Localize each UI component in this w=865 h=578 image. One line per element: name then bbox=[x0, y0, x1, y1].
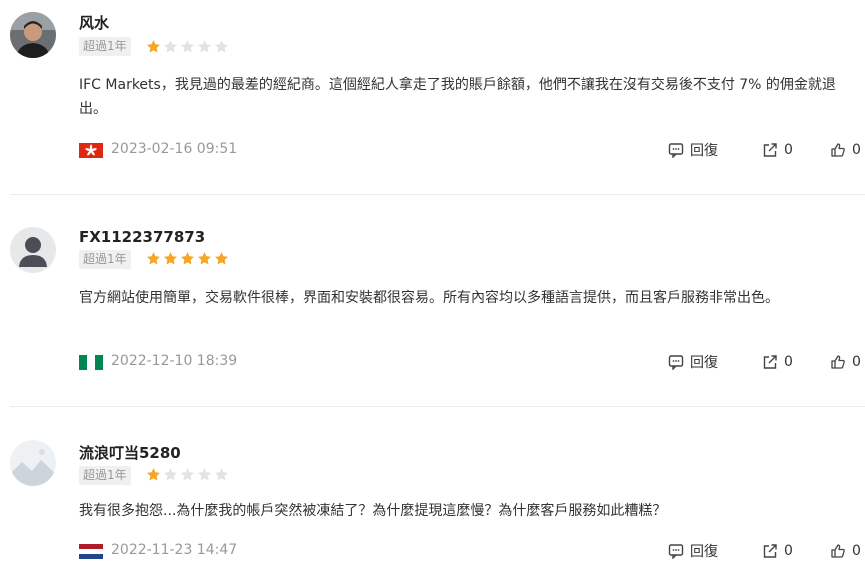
user-avatar[interactable] bbox=[10, 440, 56, 486]
star-rating bbox=[146, 467, 229, 482]
star-rating bbox=[146, 39, 229, 54]
netherlands-flag-icon bbox=[79, 544, 103, 559]
star-empty-icon bbox=[164, 40, 177, 53]
comment-icon bbox=[668, 143, 684, 158]
like-button[interactable]: 0 bbox=[830, 351, 861, 373]
thumbs-up-icon bbox=[831, 544, 845, 558]
reply-button[interactable]: 回復 bbox=[668, 540, 718, 562]
share-icon bbox=[763, 143, 777, 157]
reply-label: 回復 bbox=[690, 355, 718, 371]
reply-label: 回復 bbox=[690, 143, 718, 159]
user-avatar[interactable] bbox=[10, 227, 56, 273]
star-empty-icon bbox=[215, 40, 228, 53]
share-count: 0 bbox=[784, 543, 793, 559]
like-count: 0 bbox=[852, 142, 861, 158]
nigeria-flag-icon bbox=[79, 355, 103, 370]
star-filled-icon bbox=[147, 468, 160, 481]
star-empty-icon bbox=[198, 468, 211, 481]
review-text: 官方網站使用簡單，交易軟件很棒，界面和安裝都很容易。所有內容均以多種語言提供，而… bbox=[79, 290, 779, 306]
star-filled-icon bbox=[147, 252, 160, 265]
review-date: 2022-12-10 18:39 bbox=[111, 353, 238, 369]
star-empty-icon bbox=[198, 40, 211, 53]
divider bbox=[10, 194, 865, 195]
user-avatar[interactable] bbox=[10, 12, 56, 58]
username[interactable]: 流浪叮当5280 bbox=[79, 442, 181, 463]
star-filled-icon bbox=[181, 252, 194, 265]
comment-icon bbox=[668, 544, 684, 559]
divider bbox=[10, 406, 865, 407]
member-duration-badge: 超過1年 bbox=[79, 250, 131, 269]
share-button[interactable]: 0 bbox=[762, 139, 793, 161]
review-footer: 2023-02-16 09:51 回復 0 0 bbox=[0, 139, 865, 161]
thumbs-up-icon bbox=[831, 143, 845, 157]
share-count: 0 bbox=[784, 354, 793, 370]
review-date: 2023-02-16 09:51 bbox=[111, 141, 238, 157]
review-footer: 2022-11-23 14:47 回復 0 0 bbox=[0, 540, 865, 562]
review-text: IFC Markets，我見過的最差的經紀商。這個經紀人拿走了我的賬戶餘額，他們… bbox=[79, 77, 836, 117]
star-empty-icon bbox=[181, 468, 194, 481]
star-filled-icon bbox=[198, 252, 211, 265]
star-filled-icon bbox=[164, 252, 177, 265]
review-text: 我有很多抱怨...為什麼我的帳戶突然被凍結了？為什麼提現這麼慢？為什麼客戶服務如… bbox=[79, 503, 667, 519]
review-footer: 2022-12-10 18:39 回復 0 0 bbox=[0, 351, 865, 373]
member-duration-badge: 超過1年 bbox=[79, 37, 131, 56]
like-button[interactable]: 0 bbox=[830, 540, 861, 562]
star-filled-icon bbox=[147, 40, 160, 53]
share-button[interactable]: 0 bbox=[762, 540, 793, 562]
reply-label: 回復 bbox=[690, 544, 718, 560]
hong-kong-flag-icon bbox=[79, 143, 103, 158]
star-empty-icon bbox=[215, 468, 228, 481]
review-date: 2022-11-23 14:47 bbox=[111, 542, 238, 558]
share-button[interactable]: 0 bbox=[762, 351, 793, 373]
share-icon bbox=[763, 355, 777, 369]
star-filled-icon bbox=[215, 252, 228, 265]
comment-icon bbox=[668, 355, 684, 370]
like-button[interactable]: 0 bbox=[830, 139, 861, 161]
like-count: 0 bbox=[852, 354, 861, 370]
star-rating bbox=[146, 251, 229, 266]
username[interactable]: FX1122377873 bbox=[79, 228, 205, 246]
thumbs-up-icon bbox=[831, 355, 845, 369]
star-empty-icon bbox=[164, 468, 177, 481]
reply-button[interactable]: 回復 bbox=[668, 139, 718, 161]
username[interactable]: 风水 bbox=[79, 12, 109, 33]
like-count: 0 bbox=[852, 543, 861, 559]
share-icon bbox=[763, 544, 777, 558]
member-duration-badge: 超過1年 bbox=[79, 466, 131, 485]
star-empty-icon bbox=[181, 40, 194, 53]
share-count: 0 bbox=[784, 142, 793, 158]
reply-button[interactable]: 回復 bbox=[668, 351, 718, 373]
